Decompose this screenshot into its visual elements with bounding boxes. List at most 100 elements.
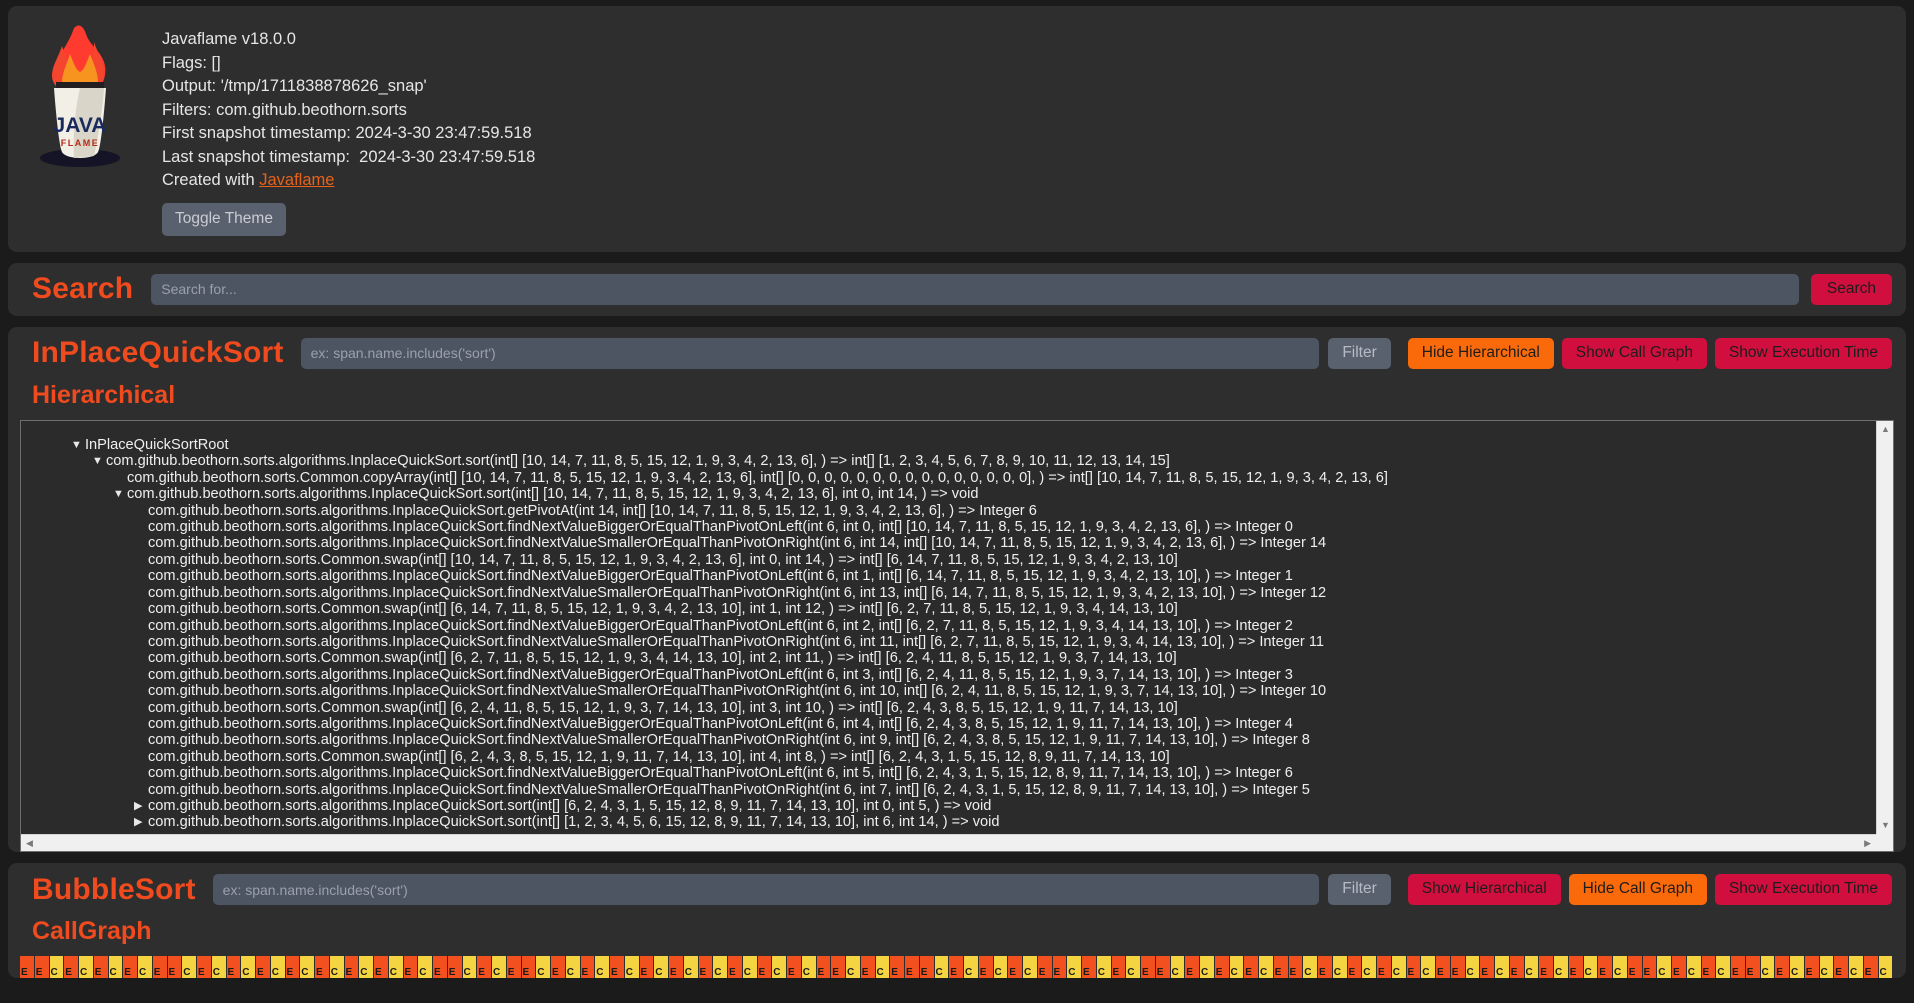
callgraph-cell[interactable]: E [285,956,300,979]
scroll-up-icon[interactable]: ▲ [1881,425,1890,434]
scroll-down-icon[interactable]: ▼ [1881,821,1890,830]
callgraph-cell[interactable]: C [1878,956,1893,979]
callgraph-cell[interactable]: C [875,956,890,979]
callgraph-cell[interactable]: E [1347,956,1362,979]
callgraph-cell[interactable]: E [1008,956,1022,979]
callgraph-cell[interactable]: C [138,956,152,979]
callgraph-cell[interactable]: E [890,956,904,979]
callgraph-cell[interactable]: C [654,956,668,979]
callgraph-cell[interactable]: C [846,956,860,979]
callgraph-cell[interactable]: E [403,956,418,979]
filter-input-inplacequicksort[interactable] [300,337,1320,369]
tree-node[interactable]: ▼com.github.beothorn.sorts.algorithms.In… [21,503,1876,519]
show-execution-time-button-inplacequicksort[interactable]: Show Execution Time [1714,337,1892,370]
callgraph-cell[interactable]: C [182,956,196,979]
tree-node[interactable]: ▼ InPlaceQuickSortRoot [21,437,1876,453]
callgraph-cell[interactable]: E [34,956,49,979]
callgraph-cell[interactable]: E [447,956,462,979]
callgraph-cell[interactable]: C [536,956,550,979]
callgraph-cell[interactable]: E [1642,956,1657,979]
callgraph-cell[interactable]: E [226,956,241,979]
toggle-theme-button[interactable]: Toggle Theme [162,202,286,236]
callgraph-cell[interactable]: E [1568,956,1583,979]
tree-vertical-scrollbar[interactable]: ▲ ▼ [1876,421,1893,835]
callgraph-cell[interactable]: E [816,956,831,979]
callgraph-cell[interactable]: C [1819,956,1834,979]
callgraph-cell[interactable]: E [20,956,34,979]
callgraph-cell[interactable]: C [1760,956,1775,979]
tree-node[interactable]: ▶ com.github.beothorn.sorts.algorithms.In… [21,814,1876,830]
callgraph-cell[interactable]: C [108,956,123,979]
callgraph-cell[interactable]: C [1023,956,1037,979]
callgraph-cell[interactable]: C [1421,956,1435,979]
callgraph-cell[interactable]: E [757,956,772,979]
callgraph-cell[interactable]: C [742,956,757,979]
callgraph-cell[interactable]: E [831,956,845,979]
callgraph-cell[interactable]: E [978,956,993,979]
tree-node[interactable]: ▼com.github.beothorn.sorts.algorithms.In… [21,765,1876,781]
callgraph-cell[interactable]: C [388,956,403,979]
tree-toggle-expanded-icon[interactable]: ▼ [92,453,106,469]
callgraph-cell[interactable]: C [1391,956,1406,979]
callgraph-cell[interactable]: C [565,956,580,979]
tree-node[interactable]: ▼com.github.beothorn.sorts.Common.swap(i… [21,650,1876,666]
callgraph-cell[interactable]: E [1052,956,1067,979]
tree-node[interactable]: ▼com.github.beothorn.sorts.algorithms.In… [21,535,1876,551]
callgraph-cell[interactable]: E [1863,956,1878,979]
callgraph-cell[interactable]: E [93,956,108,979]
callgraph-cell[interactable]: E [860,956,875,979]
callgraph-cell[interactable]: E [1141,956,1155,979]
callgraph-cell[interactable]: E [1480,956,1494,979]
callgraph-cell[interactable]: E [1539,956,1553,979]
show-execution-time-button-bubblesort[interactable]: Show Execution Time [1714,874,1892,906]
tree-node[interactable]: ▶ com.github.beothorn.sorts.algorithms.In… [21,798,1876,814]
callgraph-cell[interactable]: C [1583,956,1598,979]
callgraph-cell[interactable]: C [418,956,432,979]
tree-node[interactable]: ▼com.github.beothorn.sorts.algorithms.In… [21,782,1876,798]
callgraph-cell[interactable]: E [1745,956,1760,979]
hide-call-graph-button[interactable]: Hide Call Graph [1568,874,1707,906]
callgraph-cell[interactable]: C [79,956,93,979]
tree-node[interactable]: ▼com.github.beothorn.sorts.algorithms.In… [21,519,1876,535]
callgraph-cell[interactable]: E [905,956,919,979]
callgraph-cell[interactable]: E [1672,956,1686,979]
callgraph-cell[interactable]: C [329,956,344,979]
callgraph-cell[interactable]: E [1775,956,1789,979]
callgraph-cell[interactable]: C [934,956,949,979]
callgraph-row[interactable]: EECECECECEECECECECECECECECECEECECEECECEC… [20,956,1894,979]
callgraph-cell[interactable]: E [1318,956,1332,979]
filter-button-bubblesort[interactable]: Filter [1328,874,1391,906]
tree-horizontal-scrollbar[interactable]: ◀ ▶ [21,834,1876,852]
callgraph-cell[interactable]: C [300,956,314,979]
search-input[interactable] [151,273,1799,305]
scroll-left-icon[interactable]: ◀ [26,839,33,848]
tree-node[interactable]: ▼com.github.beothorn.sorts.algorithms.In… [21,486,1876,502]
scroll-right-icon[interactable]: ▶ [1864,839,1871,848]
callgraph-cell[interactable]: E [1804,956,1819,979]
callgraph-cell[interactable]: E [728,956,742,979]
tree-node[interactable]: ▼com.github.beothorn.sorts.Common.swap(i… [21,552,1876,568]
callgraph-cell[interactable]: C [1200,956,1214,979]
tree-node[interactable]: ▼com.github.beothorn.sorts.algorithms.In… [21,568,1876,584]
callgraph-cell[interactable]: C [1613,956,1627,979]
tree-node[interactable]: ▼com.github.beothorn.sorts.Common.swap(i… [21,700,1876,716]
callgraph-cell[interactable]: E [1377,956,1391,979]
callgraph-cell[interactable]: E [506,956,521,979]
callgraph-cell[interactable]: E [167,956,182,979]
tree-node[interactable]: ▼com.github.beothorn.sorts.algorithms.In… [21,716,1876,732]
tree-node[interactable]: ▼com.github.beothorn.sorts.algorithms.In… [21,732,1876,748]
callgraph-cell[interactable]: E [1288,956,1303,979]
filter-input-bubblesort[interactable] [212,874,1320,906]
tree-node[interactable]: ▼com.github.beothorn.sorts.Common.copyAr… [21,470,1876,486]
callgraph-cell[interactable]: E [433,956,447,979]
callgraph-cell[interactable]: C [1259,956,1273,979]
callgraph-cell[interactable]: C [1849,956,1863,979]
callgraph-cell[interactable]: C [1465,956,1480,979]
tree-node[interactable]: ▼com.github.beothorn.sorts.Common.swap(i… [21,601,1876,617]
tree-node[interactable]: ▼com.github.beothorn.sorts.algorithms.In… [21,585,1876,601]
callgraph-cell[interactable]: C [1686,956,1701,979]
callgraph-cell[interactable]: E [256,956,270,979]
callgraph-cell[interactable]: C [1362,956,1376,979]
tree-node[interactable]: ▼com.github.beothorn.sorts.algorithms.In… [21,634,1876,650]
callgraph-cell[interactable]: E [1436,956,1450,979]
